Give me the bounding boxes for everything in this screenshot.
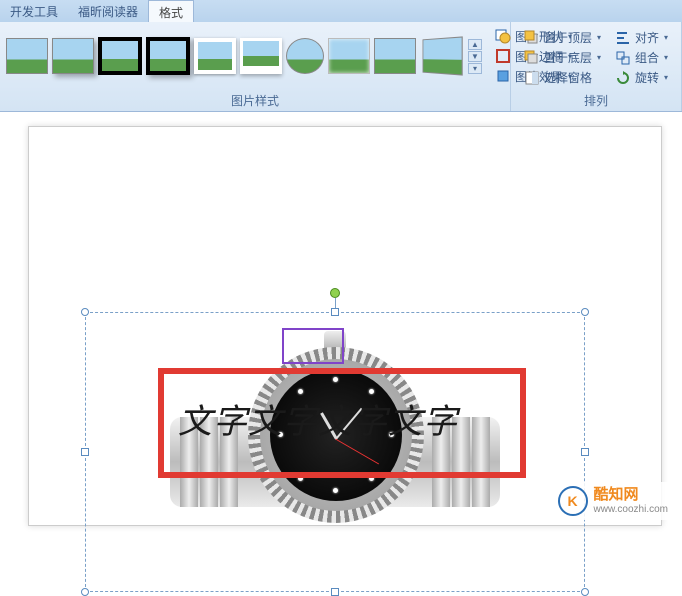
style-shadow[interactable] (52, 38, 94, 74)
rotate-icon (615, 70, 631, 86)
style-perspective[interactable] (423, 36, 463, 75)
style-simple[interactable] (6, 38, 48, 74)
watermark: K 酷知网 www.coozhi.com (550, 482, 676, 520)
rotation-handle[interactable] (330, 288, 340, 298)
style-black-frame-shadow[interactable] (146, 37, 190, 75)
style-black-frame[interactable] (98, 37, 142, 75)
watermark-url: www.coozhi.com (594, 504, 668, 515)
send-to-back-button[interactable]: 置于底层▾ (521, 48, 604, 67)
selection-pane-button[interactable]: 选择窗格 (521, 68, 604, 87)
bring-front-icon (524, 30, 540, 46)
gallery-down[interactable]: ▼ (468, 51, 482, 62)
group-arrange: 置于顶层▾ 置于底层▾ 选择窗格 (511, 22, 682, 111)
gallery-spinner: ▲ ▼ ▾ (468, 39, 482, 74)
ribbon: ▲ ▼ ▾ 图片形状▾ 图片边框▾ (0, 22, 682, 112)
style-polaroid[interactable] (240, 38, 282, 74)
annotation-purple-box (282, 328, 344, 364)
border-icon (495, 48, 511, 64)
watermark-name: 酷知网 (594, 487, 668, 504)
picture-style-gallery[interactable]: ▲ ▼ ▾ (6, 26, 482, 86)
ribbon-tabs: 开发工具 福昕阅读器 格式 (0, 0, 682, 22)
gallery-up[interactable]: ▲ (468, 39, 482, 50)
chevron-down-icon: ▾ (664, 53, 668, 62)
group-picture-styles: ▲ ▼ ▾ 图片形状▾ 图片边框▾ (0, 22, 511, 111)
selection-pane-icon (524, 70, 540, 86)
group-button[interactable]: 组合▾ (612, 48, 671, 67)
watermark-logo-icon: K (558, 486, 588, 516)
document-canvas[interactable]: 文字文字文字文字 K 酷知网 www.coozhi.com (0, 112, 682, 526)
text-overlay[interactable]: 文字文字文字文字 (178, 394, 518, 443)
align-button[interactable]: 对齐▾ (612, 28, 671, 47)
align-icon (615, 30, 631, 46)
tab-format[interactable]: 格式 (148, 0, 194, 22)
group-icon (615, 50, 631, 66)
effects-icon (495, 68, 511, 84)
gallery-more[interactable]: ▾ (468, 63, 482, 74)
group-label-arrange: 排列 (517, 90, 675, 111)
tab-foxit-reader[interactable]: 福昕阅读器 (68, 0, 148, 22)
group-label-styles: 图片样式 (6, 90, 504, 111)
style-soft-edge[interactable] (328, 38, 370, 74)
style-oval[interactable] (286, 38, 324, 74)
chevron-down-icon: ▾ (664, 33, 668, 42)
shape-icon (495, 28, 511, 44)
chevron-down-icon: ▾ (664, 73, 668, 82)
chevron-down-icon: ▾ (597, 33, 601, 42)
send-back-icon (524, 50, 540, 66)
tab-dev-tools[interactable]: 开发工具 (0, 0, 68, 22)
style-white-frame[interactable] (194, 38, 236, 74)
chevron-down-icon: ▾ (597, 53, 601, 62)
rotate-button[interactable]: 旋转▾ (612, 68, 671, 87)
bring-to-front-button[interactable]: 置于顶层▾ (521, 28, 604, 47)
style-plain2[interactable] (374, 38, 416, 74)
